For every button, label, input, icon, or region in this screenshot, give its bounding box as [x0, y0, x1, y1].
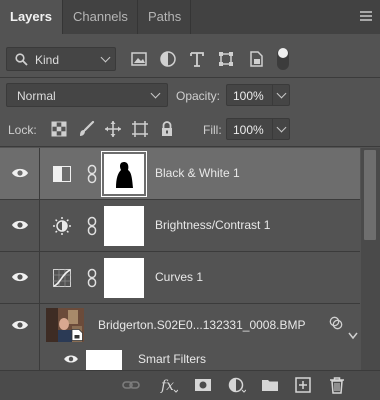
mask-link-icon[interactable] [87, 216, 97, 236]
eye-icon [12, 320, 28, 330]
opacity-value: 100% [233, 89, 264, 103]
shape-filter-icon[interactable] [217, 50, 235, 68]
search-icon [15, 53, 28, 66]
visibility-cell [0, 348, 40, 370]
chevron-down-icon [100, 52, 111, 63]
layer-row-brightness-contrast[interactable]: Brightness/Contrast 1 [0, 200, 360, 251]
filter-toggle-icon[interactable] [276, 46, 290, 72]
layer-name[interactable]: Black & White 1 [155, 166, 240, 180]
chevron-down-icon [276, 122, 287, 133]
fill-label: Fill: [203, 123, 222, 137]
opacity-dropdown[interactable] [272, 85, 289, 105]
collapse-arrow-icon[interactable] [348, 332, 358, 340]
tab-channels[interactable]: Channels [63, 0, 137, 34]
bottom-toolbar [0, 370, 380, 400]
smart-filters-label: Smart Filters [138, 352, 207, 366]
lock-all-icon[interactable] [158, 120, 176, 138]
filter-kind-label: Kind [35, 53, 60, 67]
layers-panel: Layers Channels Paths Kind Normal Opacit… [0, 0, 380, 400]
opacity-field[interactable]: 100% [226, 84, 290, 106]
layer-name[interactable]: Bridgerton.S02E0...132331_0008.BMP [98, 318, 305, 332]
layer-mask-thumbnail[interactable] [104, 206, 144, 246]
svg-text:fx: fx [160, 378, 174, 394]
mask-link-icon[interactable] [87, 164, 97, 184]
layer-mask-thumbnail[interactable] [104, 258, 144, 298]
eye-icon[interactable] [63, 353, 79, 365]
filter-kind-dropdown[interactable]: Kind [6, 47, 116, 71]
fill-field[interactable]: 100% [226, 118, 290, 140]
panel-menu-icon[interactable] [360, 11, 372, 21]
divider [0, 146, 380, 147]
lock-position-icon[interactable] [104, 120, 122, 138]
smart-filters-row[interactable]: Smart Filters [0, 348, 360, 370]
eye-icon [12, 220, 28, 230]
chevron-down-icon [150, 88, 161, 99]
eye-icon [12, 168, 28, 178]
brightness-contrast-icon [53, 217, 71, 235]
smart-filter-mask-thumbnail[interactable] [86, 350, 122, 370]
blend-mode-value: Normal [17, 89, 56, 103]
type-filter-icon[interactable] [188, 50, 206, 68]
new-adjustment-layer-icon[interactable] [228, 376, 246, 394]
smart-filters-indicator-icon[interactable] [329, 316, 343, 330]
tab-layers[interactable]: Layers [0, 0, 62, 34]
blend-mode-dropdown[interactable]: Normal [6, 83, 168, 107]
layer-mask-thumbnail[interactable] [101, 151, 147, 197]
fill-dropdown[interactable] [272, 119, 289, 139]
silhouette-mask-image [116, 162, 133, 188]
chevron-down-icon [276, 88, 287, 99]
fill-value: 100% [233, 123, 264, 137]
adjustment-filter-icon[interactable] [159, 50, 177, 68]
lock-artboard-icon[interactable] [131, 120, 149, 138]
pixel-filter-icon[interactable] [130, 50, 148, 68]
eye-icon [12, 272, 28, 282]
mask-link-icon[interactable] [87, 268, 97, 288]
layer-row-curves[interactable]: Curves 1 [0, 252, 360, 303]
layer-row-smart-object[interactable]: Bridgerton.S02E0...132331_0008.BMP [0, 304, 360, 348]
layers-scrollbar-thumb[interactable] [364, 150, 376, 240]
lock-image-pixels-icon[interactable] [77, 120, 95, 138]
curves-adjustment-icon [53, 269, 71, 287]
smart-object-filter-icon[interactable] [247, 50, 265, 68]
visibility-toggle[interactable] [0, 148, 40, 199]
black-white-adjustment-icon [53, 166, 71, 182]
opacity-label: Opacity: [176, 89, 221, 103]
tab-divider [190, 0, 191, 34]
visibility-toggle[interactable] [0, 200, 40, 251]
layer-name[interactable]: Brightness/Contrast 1 [155, 218, 270, 232]
add-mask-icon[interactable] [194, 376, 212, 394]
tab-bar: Layers Channels Paths [0, 0, 380, 34]
visibility-toggle[interactable] [0, 252, 40, 303]
divider [0, 77, 380, 78]
layer-row-black-white[interactable]: Black & White 1 [0, 148, 360, 199]
lock-label: Lock: [8, 123, 37, 137]
tab-paths[interactable]: Paths [138, 0, 190, 34]
new-layer-icon[interactable] [294, 376, 312, 394]
new-group-icon[interactable] [261, 376, 279, 394]
layer-name[interactable]: Curves 1 [155, 270, 203, 284]
visibility-toggle[interactable] [0, 304, 40, 348]
layer-thumbnail[interactable] [46, 308, 84, 342]
link-layers-icon[interactable] [122, 376, 140, 394]
trash-icon[interactable] [328, 376, 346, 394]
lock-transparency-icon[interactable] [50, 120, 68, 138]
fx-icon[interactable]: fx [160, 376, 178, 394]
smart-object-badge-icon [71, 329, 83, 341]
